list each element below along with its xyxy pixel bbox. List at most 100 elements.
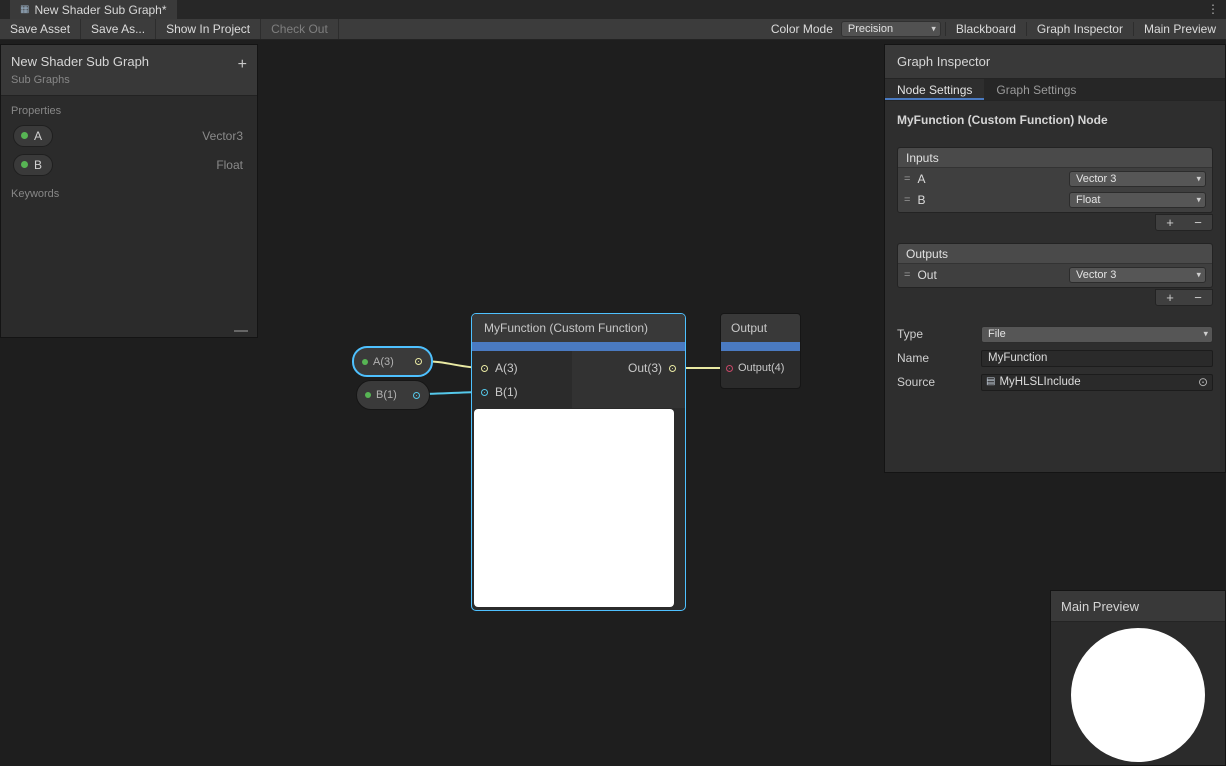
- check-out-button: Check Out: [261, 19, 339, 39]
- main-preview-header[interactable]: Main Preview: [1051, 591, 1225, 622]
- graph-inspector-header[interactable]: Graph Inspector: [885, 45, 1225, 79]
- blackboard-header[interactable]: New Shader Sub Graph Sub Graphs +: [1, 45, 257, 96]
- exposed-dot-icon: [365, 392, 371, 398]
- outputs-list-footer: + −: [1155, 289, 1213, 306]
- color-mode-dropdown[interactable]: Color Mode: [763, 22, 841, 36]
- outputs-list-footer-wrap: + −: [897, 289, 1213, 306]
- output-port-row: Out(3): [572, 356, 685, 380]
- add-property-button[interactable]: +: [238, 56, 247, 74]
- tab-title: New Shader Sub Graph*: [34, 3, 166, 17]
- source-field-row: Source ▤ MyHLSLInclude ⊙: [897, 373, 1213, 391]
- overflow-menu-icon[interactable]: ⋮: [1207, 2, 1219, 16]
- graph-inspector-panel: Graph Inspector Node Settings Graph Sett…: [884, 44, 1226, 473]
- dropdown-arrow-icon: ▾: [1203, 330, 1208, 339]
- tab-graph-settings[interactable]: Graph Settings: [984, 79, 1088, 100]
- object-picker-icon[interactable]: ⊙: [1198, 376, 1208, 388]
- remove-output-button[interactable]: −: [1184, 290, 1212, 305]
- add-input-button[interactable]: +: [1156, 215, 1184, 230]
- inputs-list-row-b[interactable]: = B Float ▾: [898, 189, 1212, 210]
- inputs-list: Inputs = A Vector 3 ▾ = B Float ▾: [897, 147, 1213, 213]
- property-node-b[interactable]: B(1): [356, 380, 430, 410]
- main-toolbar: Save Asset Save As... Show In Project Ch…: [0, 19, 1226, 40]
- properties-section-label: Properties: [1, 96, 257, 121]
- input-port-b-label: B(1): [495, 385, 518, 399]
- shader-graph-icon: ▦: [20, 5, 29, 15]
- property-pill-b[interactable]: B: [13, 154, 53, 176]
- blackboard-property-row-b[interactable]: B Float: [1, 150, 257, 179]
- dropdown-arrow-icon: ▾: [1196, 195, 1201, 204]
- dropdown-value: Vector 3: [1076, 173, 1116, 185]
- tab-new-shader-sub-graph[interactable]: ▦ New Shader Sub Graph*: [10, 0, 177, 19]
- preview-sphere: [1071, 628, 1205, 762]
- toolbar-right-group: Color Mode Precision ▾ Blackboard Graph …: [763, 19, 1226, 39]
- blackboard-subtitle: Sub Graphs: [11, 74, 247, 86]
- inputs-list-footer: + −: [1155, 214, 1213, 231]
- input-row-name: A: [917, 172, 925, 186]
- property-node-a-port-icon[interactable]: [415, 358, 422, 365]
- asset-icon: ▤: [986, 377, 995, 387]
- input-port-row-a: A(3): [472, 356, 572, 380]
- node-accent-bar: [472, 342, 685, 351]
- main-preview-body[interactable]: [1051, 622, 1225, 765]
- drag-handle-icon[interactable]: =: [904, 194, 910, 206]
- drag-handle-icon[interactable]: =: [904, 173, 910, 185]
- dropdown-arrow-icon: ▾: [931, 25, 936, 34]
- outputs-list-header: Outputs: [898, 244, 1212, 264]
- output-type-dropdown[interactable]: Vector 3 ▾: [1069, 267, 1206, 283]
- dropdown-arrow-icon: ▾: [1196, 174, 1201, 183]
- property-node-a-label: A(3): [373, 356, 394, 368]
- blackboard-property-row-a[interactable]: A Vector3: [1, 121, 257, 150]
- inputs-list-row-a[interactable]: = A Vector 3 ▾: [898, 168, 1212, 189]
- remove-input-button[interactable]: −: [1184, 215, 1212, 230]
- property-node-b-port-icon[interactable]: [413, 392, 420, 399]
- main-preview-toggle-button[interactable]: Main Preview: [1133, 22, 1226, 36]
- resize-grip[interactable]: [234, 330, 248, 332]
- dropdown-arrow-icon: ▾: [1196, 270, 1201, 279]
- property-name: A: [34, 129, 42, 143]
- drag-handle-icon[interactable]: =: [904, 269, 910, 281]
- name-field-row: Name: [897, 349, 1213, 367]
- save-as-button[interactable]: Save As...: [81, 19, 156, 39]
- precision-dropdown[interactable]: Precision ▾: [841, 21, 941, 37]
- output4-port-icon[interactable]: [726, 365, 733, 372]
- outputs-list: Outputs = Out Vector 3 ▾: [897, 243, 1213, 288]
- add-output-button[interactable]: +: [1156, 290, 1184, 305]
- function-name-field[interactable]: [981, 350, 1213, 367]
- tab-node-settings[interactable]: Node Settings: [885, 79, 984, 100]
- outputs-list-row-out[interactable]: = Out Vector 3 ▾: [898, 264, 1212, 285]
- show-in-project-button[interactable]: Show In Project: [156, 19, 261, 39]
- input-b-type-dropdown[interactable]: Float ▾: [1069, 192, 1206, 208]
- output-port-icon[interactable]: [669, 365, 676, 372]
- shader-graph-window: MyFunction (Custom Function) A(3) B(1) O…: [0, 0, 1226, 766]
- type-label: Type: [897, 327, 981, 341]
- blackboard-panel: New Shader Sub Graph Sub Graphs + Proper…: [0, 44, 258, 338]
- save-asset-button[interactable]: Save Asset: [0, 19, 81, 39]
- property-name: B: [34, 158, 42, 172]
- output-node-title[interactable]: Output: [721, 314, 800, 342]
- property-node-a[interactable]: A(3): [352, 346, 433, 377]
- graph-inspector-toggle-button[interactable]: Graph Inspector: [1026, 22, 1133, 36]
- output-port-label: Out(3): [628, 361, 662, 375]
- node-preview: [474, 409, 674, 607]
- input-a-type-dropdown[interactable]: Vector 3 ▾: [1069, 171, 1206, 187]
- node-ports-area: A(3) B(1) Out(3): [472, 351, 685, 408]
- main-preview-panel: Main Preview: [1050, 590, 1226, 766]
- input-port-row-b: B(1): [472, 380, 572, 404]
- source-object-field[interactable]: ▤ MyHLSLInclude ⊙: [981, 374, 1213, 391]
- blackboard-toggle-button[interactable]: Blackboard: [945, 22, 1026, 36]
- dropdown-value: Float: [1076, 194, 1100, 206]
- blackboard-title: New Shader Sub Graph: [11, 54, 247, 69]
- input-port-b-icon[interactable]: [481, 389, 488, 396]
- type-dropdown[interactable]: File ▾: [981, 326, 1213, 343]
- input-ports-column: A(3) B(1): [472, 351, 572, 408]
- property-pill-a[interactable]: A: [13, 125, 53, 147]
- output-node[interactable]: Output Output(4): [720, 313, 801, 389]
- node-settings-heading: MyFunction (Custom Function) Node: [897, 113, 1213, 127]
- input-port-a-label: A(3): [495, 361, 518, 375]
- input-port-a-icon[interactable]: [481, 365, 488, 372]
- inputs-list-header: Inputs: [898, 148, 1212, 168]
- keywords-section-label: Keywords: [1, 179, 257, 204]
- output-row-name: Out: [917, 268, 936, 282]
- myfunction-node-title[interactable]: MyFunction (Custom Function): [472, 314, 685, 342]
- myfunction-node[interactable]: MyFunction (Custom Function) A(3) B(1) O…: [471, 313, 686, 611]
